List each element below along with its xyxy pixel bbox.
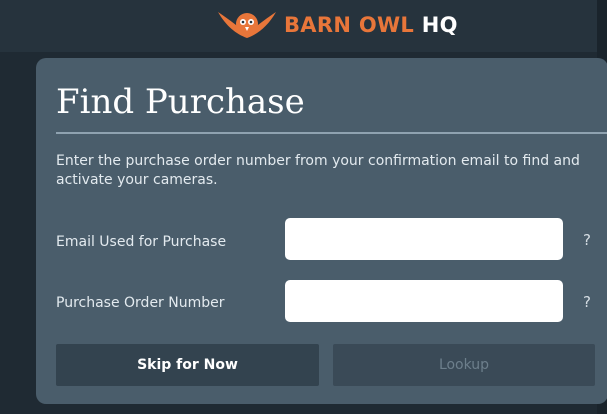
email-field[interactable] bbox=[285, 218, 563, 260]
title-divider bbox=[56, 132, 607, 134]
skip-for-now-button[interactable]: Skip for Now bbox=[56, 344, 319, 386]
instructions-text: Enter the purchase order number from you… bbox=[56, 153, 580, 188]
email-help-icon[interactable]: ? bbox=[583, 231, 591, 249]
po-number-field-label: Purchase Order Number bbox=[56, 295, 225, 311]
brand-name-sub: HQ bbox=[421, 13, 458, 37]
page-title: Find Purchase bbox=[56, 82, 305, 122]
brand-name-main: BARN OWL bbox=[284, 13, 415, 37]
po-number-field[interactable] bbox=[285, 280, 563, 322]
lookup-button[interactable]: Lookup bbox=[333, 344, 595, 386]
email-field-label: Email Used for Purchase bbox=[56, 234, 227, 250]
owl-logo-icon bbox=[218, 12, 276, 38]
brand-logo[interactable]: BARN OWL HQ bbox=[216, 6, 458, 44]
top-header: BARN OWL HQ bbox=[0, 0, 607, 52]
find-purchase-card: Find Purchase Enter the purchase order n… bbox=[36, 58, 607, 404]
brand-name: BARN OWL HQ bbox=[284, 13, 458, 37]
po-number-help-icon[interactable]: ? bbox=[583, 293, 591, 311]
